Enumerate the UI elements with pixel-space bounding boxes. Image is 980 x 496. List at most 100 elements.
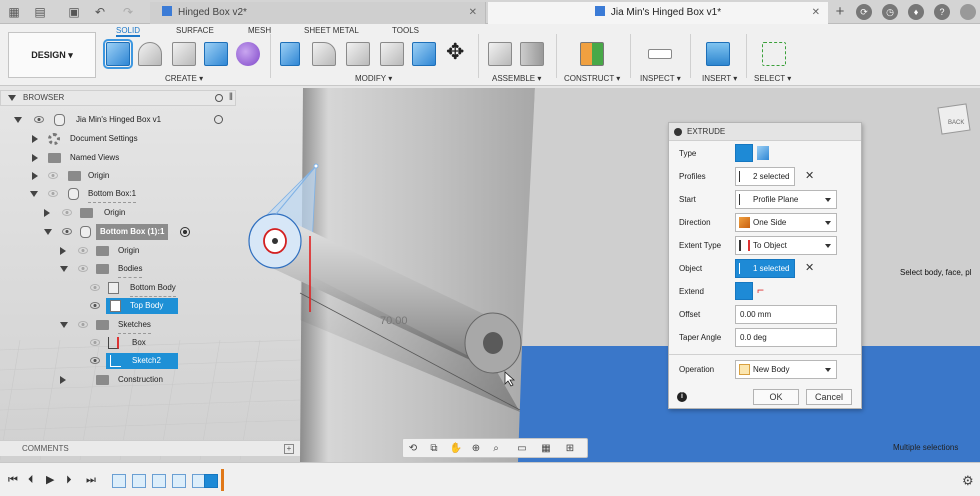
new-joint-icon[interactable]	[488, 42, 512, 66]
profiles-selector[interactable]: 2 selected	[735, 167, 795, 186]
zoom-icon[interactable]: ⊕	[469, 442, 483, 455]
grid-snaps-icon[interactable]: ▦	[539, 442, 553, 455]
visibility-eye-icon[interactable]	[34, 116, 44, 123]
tab-mesh[interactable]: MESH	[248, 26, 271, 35]
display-settings-icon[interactable]: ▭	[515, 442, 529, 455]
comments-panel[interactable]: COMMENTS +	[0, 440, 300, 456]
extent-type-dropdown[interactable]: To Object	[735, 236, 837, 255]
tab-jia-mins-hinged-box-v1[interactable]: Jia Min's Hinged Box v1* ✕	[488, 2, 828, 24]
visibility-eye-icon[interactable]	[90, 339, 100, 346]
panel-options-icon[interactable]: ‖	[229, 91, 233, 105]
new-component-icon[interactable]	[103, 39, 133, 69]
add-comment-icon[interactable]: +	[284, 444, 294, 454]
notifications-icon[interactable]: ♦	[908, 4, 924, 20]
select-group-label[interactable]: SELECT ▾	[754, 74, 791, 83]
inspect-group-label[interactable]: INSPECT ▾	[640, 74, 681, 83]
create-group-label[interactable]: CREATE ▾	[165, 74, 203, 83]
select-window-icon[interactable]	[762, 42, 786, 66]
orbit-icon[interactable]: ⟲	[406, 442, 420, 455]
new-tab-icon[interactable]: +	[832, 4, 848, 20]
visibility-eye-icon[interactable]	[78, 265, 88, 272]
form-icon[interactable]	[236, 42, 260, 66]
fit-window-icon[interactable]: ⌕	[489, 442, 503, 455]
visibility-eye-icon[interactable]	[90, 284, 100, 291]
visibility-eye-icon[interactable]	[62, 209, 72, 216]
type-solid-button[interactable]	[735, 144, 753, 162]
offset-input[interactable]: 0.00 mm	[735, 305, 837, 324]
redo-icon[interactable]: ↷	[120, 4, 136, 20]
object-selector[interactable]: 1 selected	[735, 259, 795, 278]
save-icon[interactable]: ▣	[66, 4, 82, 20]
cancel-button[interactable]: Cancel	[806, 389, 852, 405]
fillet-icon[interactable]	[312, 42, 336, 66]
offset-plane-icon[interactable]	[580, 42, 604, 66]
visibility-eye-icon[interactable]	[62, 228, 72, 235]
viewcube[interactable]: BACK	[937, 103, 971, 135]
combine-icon[interactable]	[412, 42, 436, 66]
sweep-icon[interactable]	[172, 42, 196, 66]
close-tab-icon[interactable]: ✕	[812, 2, 820, 24]
construct-group-label[interactable]: CONSTRUCT ▾	[564, 74, 620, 83]
press-pull-icon[interactable]	[280, 42, 300, 66]
extrude-dialog-header[interactable]: EXTRUDE	[669, 123, 861, 141]
modify-group-label[interactable]: MODIFY ▾	[355, 74, 392, 83]
viewports-icon[interactable]: ⊞	[563, 442, 577, 455]
activate-radio-icon[interactable]	[214, 115, 223, 124]
browser-panel-header[interactable]: BROWSER ‖	[0, 90, 236, 106]
tab-surface[interactable]: SURFACE	[176, 26, 214, 35]
insert-group-label[interactable]: INSERT ▾	[702, 74, 737, 83]
move-icon[interactable]: ✥	[446, 40, 464, 64]
visibility-eye-icon[interactable]	[78, 321, 88, 328]
chamfer-icon[interactable]	[346, 42, 370, 66]
play-icon[interactable]: ▶	[46, 475, 54, 486]
file-menu-icon[interactable]: ▤	[32, 4, 48, 20]
extensions-icon[interactable]: ⟳	[856, 4, 872, 20]
dimension-label[interactable]: 70.00	[380, 315, 408, 327]
timeline-active-feature-icon[interactable]	[204, 474, 218, 488]
help-icon[interactable]: ?	[934, 4, 950, 20]
timeline-settings-gear-icon[interactable]: ⚙	[962, 473, 974, 489]
as-built-joint-icon[interactable]	[520, 42, 544, 66]
clear-object-icon[interactable]: ✕	[805, 261, 814, 274]
shell-icon[interactable]	[380, 42, 404, 66]
visibility-eye-icon[interactable]	[90, 357, 100, 364]
timeline-component-feature-icon[interactable]	[152, 474, 166, 488]
taper-angle-input[interactable]: 0.0 deg	[735, 328, 837, 347]
avatar[interactable]	[960, 4, 976, 20]
timeline-extrude-feature-icon[interactable]	[172, 474, 186, 488]
collapse-dialog-icon[interactable]	[674, 128, 682, 136]
start-dropdown[interactable]: Profile Plane	[735, 190, 837, 209]
look-at-icon[interactable]: ⧉	[427, 442, 441, 455]
step-back-icon[interactable]: ⏴	[28, 475, 34, 486]
ok-button[interactable]: OK	[753, 389, 799, 405]
insert-image-icon[interactable]	[706, 42, 730, 66]
job-status-icon[interactable]: ◷	[882, 4, 898, 20]
timeline-marker[interactable]	[221, 469, 224, 491]
app-grid-icon[interactable]: ▦	[6, 4, 22, 20]
operation-dropdown[interactable]: New Body	[735, 360, 837, 379]
pin-icon[interactable]	[215, 94, 223, 102]
tab-tools[interactable]: TOOLS	[392, 26, 419, 35]
active-component-icon[interactable]	[180, 227, 190, 237]
visibility-eye-icon[interactable]	[78, 247, 88, 254]
tab-sheet-metal[interactable]: SHEET METAL	[304, 26, 359, 35]
measure-icon[interactable]	[648, 49, 672, 59]
collapse-browser-icon[interactable]	[8, 95, 16, 101]
workspace-switcher-button[interactable]: DESIGN ▾	[8, 32, 96, 78]
timeline-extrude-feature-icon[interactable]	[132, 474, 146, 488]
visibility-eye-icon[interactable]	[90, 302, 100, 309]
type-thin-button[interactable]	[757, 146, 769, 160]
extend-no-extension-button[interactable]: ⌐	[757, 282, 775, 300]
tab-solid[interactable]: SOLID	[116, 26, 141, 37]
visibility-eye-icon[interactable]	[48, 190, 58, 197]
direction-dropdown[interactable]: One Side	[735, 213, 837, 232]
go-to-end-icon[interactable]: ⏭	[86, 475, 96, 486]
undo-icon[interactable]: ↶	[92, 4, 108, 20]
close-tab-icon[interactable]: ✕	[469, 2, 477, 24]
clear-profiles-icon[interactable]: ✕	[805, 169, 814, 182]
revolve-icon[interactable]	[138, 42, 162, 66]
visibility-eye-icon[interactable]	[48, 172, 58, 179]
extend-faces-button[interactable]	[735, 282, 753, 300]
tab-hinged-box-v2[interactable]: Hinged Box v2* ✕	[150, 2, 486, 24]
extrude-icon[interactable]	[204, 42, 228, 66]
